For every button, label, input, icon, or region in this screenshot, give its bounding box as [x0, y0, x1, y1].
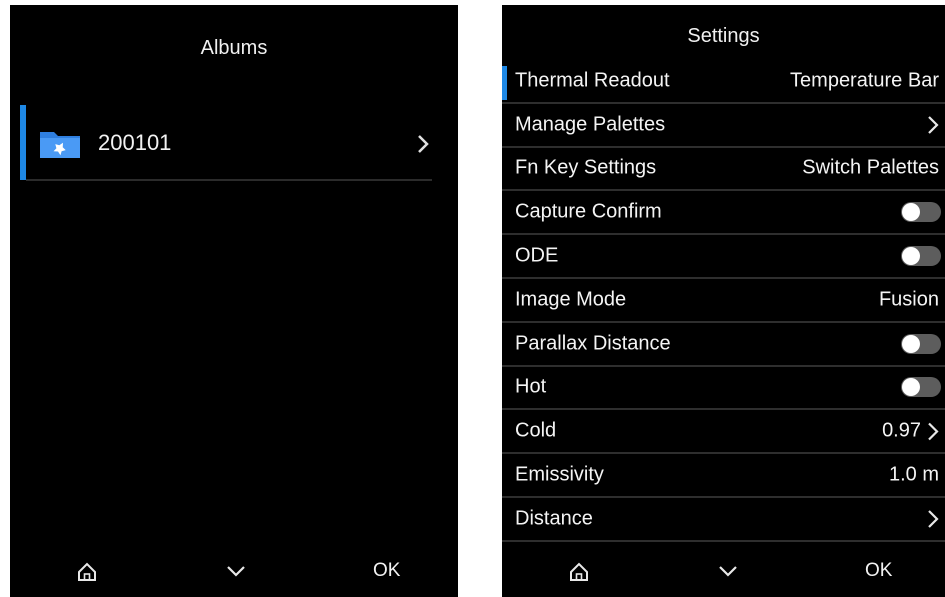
folder-icon	[40, 132, 80, 158]
setting-value: 1.0 m	[888, 463, 939, 486]
setting-distance[interactable]: Distance	[502, 498, 945, 542]
toggle-knob	[902, 378, 920, 397]
chevron-right-icon	[928, 510, 939, 528]
setting-manage-palettes[interactable]: Manage Palettes	[502, 104, 945, 148]
page-title: Albums	[200, 37, 268, 59]
setting-ode[interactable]: ODE	[502, 235, 945, 279]
albums-screen: Albums 200101 OK	[10, 5, 458, 597]
chevron-right-icon	[928, 422, 939, 441]
setting-hot[interactable]: Hot	[502, 367, 945, 411]
toggle-switch[interactable]	[901, 246, 941, 267]
toggle-knob	[902, 203, 920, 222]
setting-thermal-readout[interactable]: Thermal Readout Temperature Bar	[502, 60, 945, 104]
toggle-knob	[902, 334, 920, 353]
home-icon[interactable]	[568, 561, 590, 583]
settings-screen: Settings Thermal Readout Temperature Bar…	[502, 5, 945, 597]
setting-value: Temperature Bar	[790, 69, 939, 92]
home-icon[interactable]	[76, 561, 98, 583]
setting-label: Parallax Distance	[515, 332, 671, 355]
setting-label: ODE	[515, 244, 559, 267]
setting-value	[927, 509, 939, 529]
chevron-right-icon	[418, 135, 429, 153]
chevron-down-icon[interactable]	[718, 564, 738, 578]
toggle-switch[interactable]	[901, 202, 941, 223]
setting-value: Fusion	[878, 288, 939, 311]
selection-indicator	[502, 66, 507, 100]
setting-value: 0.97	[882, 420, 939, 443]
setting-cold[interactable]: Cold 0.97	[502, 410, 945, 455]
setting-label: Image Mode	[515, 288, 627, 311]
bottom-bar: OK	[10, 551, 458, 597]
bottom-bar: OK	[502, 551, 945, 597]
ok-button[interactable]: OK	[865, 560, 892, 582]
toggle-knob	[902, 247, 920, 266]
ok-button[interactable]: OK	[373, 560, 400, 582]
album-list-item[interactable]: 200101	[20, 105, 432, 181]
chevron-down-icon[interactable]	[226, 564, 246, 578]
setting-capture-confirm[interactable]: Capture Confirm	[502, 191, 945, 236]
setting-label: Cold	[515, 419, 557, 442]
page-title: Settings	[687, 25, 760, 47]
setting-label: Manage Palettes	[515, 113, 666, 136]
setting-label: Capture Confirm	[515, 200, 662, 223]
selection-indicator	[20, 105, 26, 180]
setting-label: Emissivity	[515, 463, 604, 486]
setting-fn-key[interactable]: Fn Key Settings Switch Palettes	[502, 148, 945, 192]
setting-label: Distance	[515, 507, 593, 530]
divider	[26, 179, 432, 181]
setting-image-mode[interactable]: Image Mode Fusion	[502, 279, 945, 323]
setting-emissivity[interactable]: Emissivity 1.0 m	[502, 454, 945, 498]
toggle-switch[interactable]	[901, 377, 941, 398]
album-name: 200101	[98, 130, 172, 155]
chevron-right-icon	[928, 115, 939, 134]
settings-list: Thermal Readout Temperature Bar Manage P…	[502, 60, 945, 542]
setting-parallax-distance[interactable]: Parallax Distance	[502, 323, 945, 367]
toggle-switch[interactable]	[901, 333, 941, 354]
setting-label: Thermal Readout	[515, 69, 670, 92]
setting-value: Switch Palettes	[802, 156, 939, 179]
setting-label: Fn Key Settings	[515, 156, 657, 179]
setting-value	[927, 115, 939, 135]
setting-label: Hot	[515, 375, 547, 398]
